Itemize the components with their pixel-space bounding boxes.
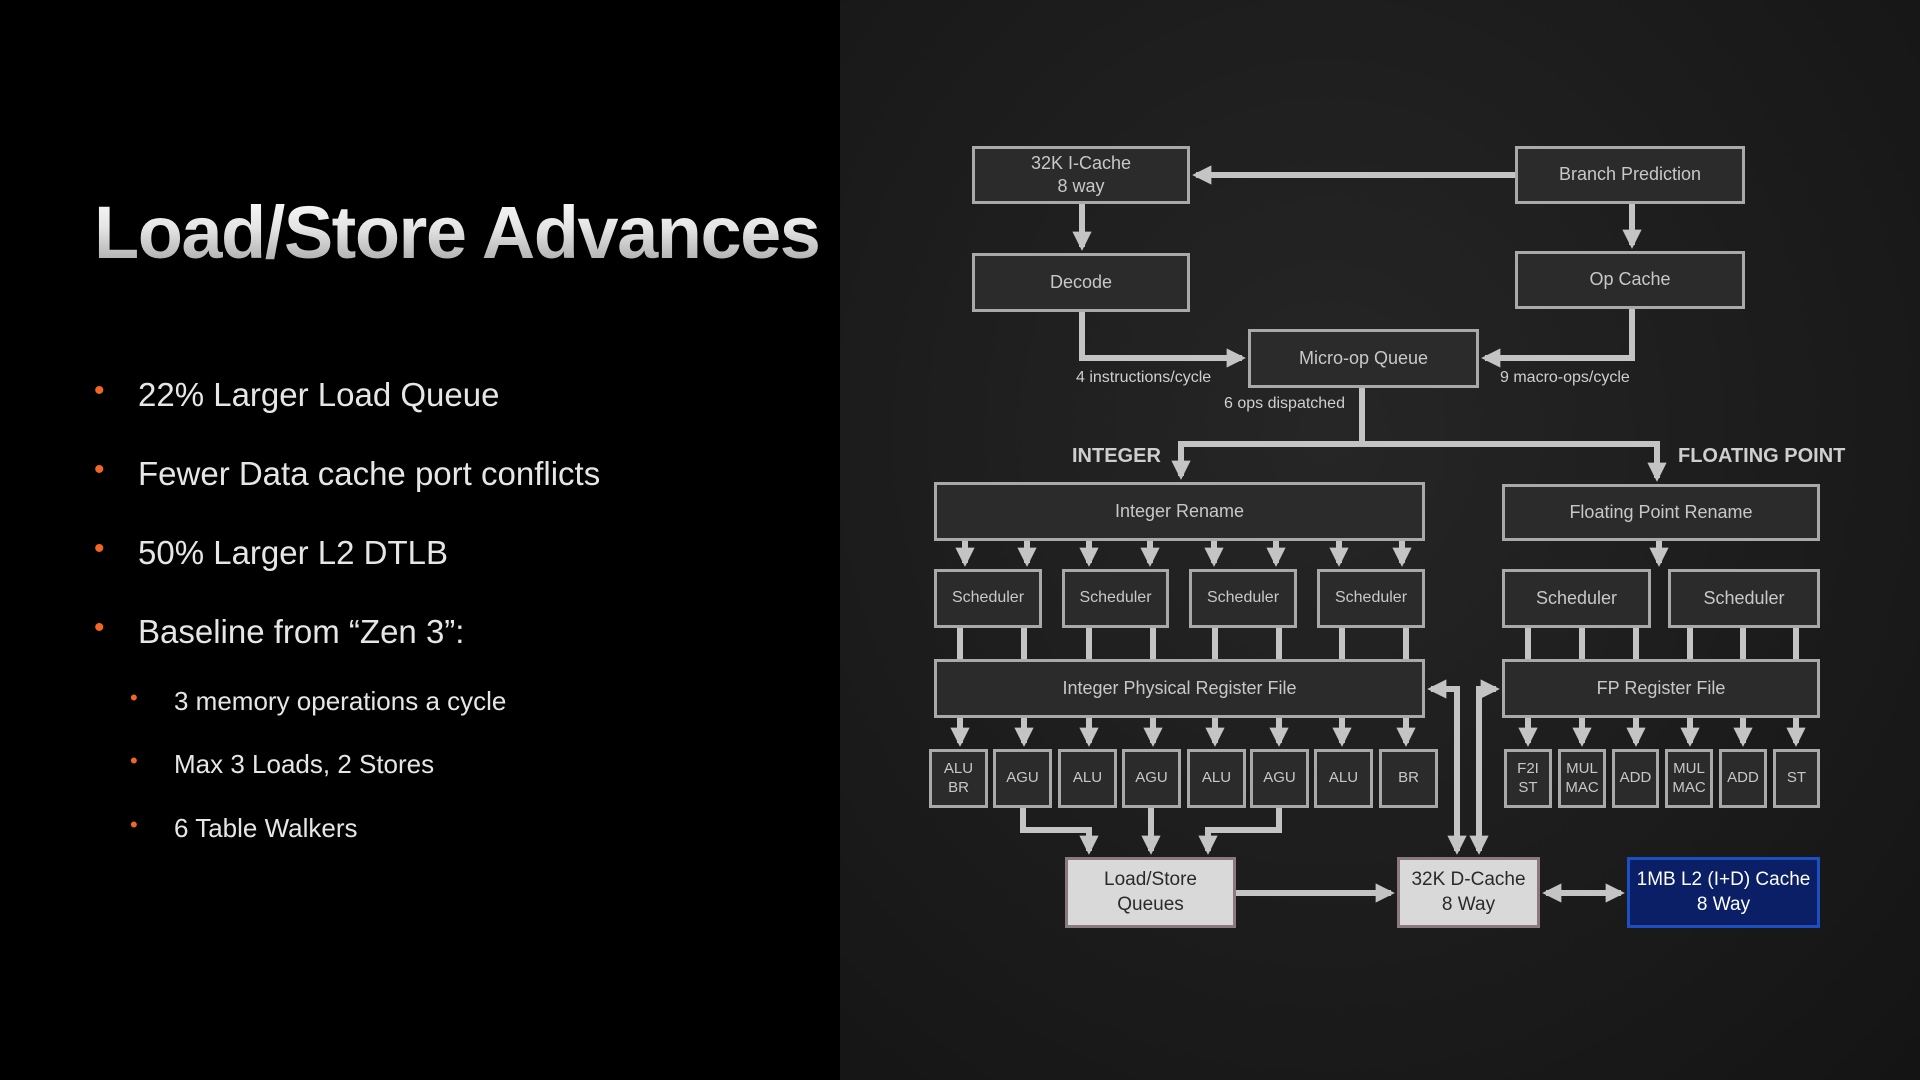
connector-arrow (1020, 808, 1099, 855)
decode-rate-label: 4 instructions/cycle (1076, 369, 1212, 386)
int-exec-unit: ALU (1058, 749, 1117, 808)
icache-box: 32K I-Cache 8 way (972, 146, 1190, 204)
int-scheduler-box: Scheduler (1317, 569, 1425, 628)
fp-register-file-box: FP Register File (1502, 659, 1820, 718)
int-exec-unit: BR (1379, 749, 1438, 808)
fp-exec-unit: ADD (1612, 749, 1659, 808)
connector-arrow (1481, 309, 1635, 368)
load-store-queues-box: Load/Store Queues (1065, 857, 1236, 928)
int-exec-unit: ALU (1187, 749, 1246, 808)
int-exec-unit: ALU (1314, 749, 1373, 808)
fp-exec-unit: MUL MAC (1558, 749, 1606, 808)
connector-arrow (1198, 808, 1282, 855)
opcache-rate-label: 9 macro-ops/cycle (1500, 369, 1630, 386)
integer-section-label: INTEGER (1072, 445, 1161, 467)
int-exec-unit: AGU (993, 749, 1052, 808)
int-exec-unit: ALU BR (929, 749, 988, 808)
fp-section-label: FLOATING POINT (1678, 445, 1846, 467)
connector-arrow (1079, 312, 1246, 368)
fp-exec-unit: ADD (1719, 749, 1767, 808)
decode-box: Decode (972, 253, 1190, 312)
connector-arrow (1469, 679, 1500, 855)
micro-op-queue-box: Micro-op Queue (1248, 329, 1479, 388)
fp-rename-box: Floating Point Rename (1502, 484, 1820, 541)
int-exec-unit: AGU (1122, 749, 1181, 808)
int-exec-unit: AGU (1250, 749, 1309, 808)
int-scheduler-box: Scheduler (1189, 569, 1297, 628)
fp-exec-unit: ST (1773, 749, 1820, 808)
fp-scheduler-box: Scheduler (1502, 569, 1651, 628)
integer-register-file-box: Integer Physical Register File (934, 659, 1425, 718)
connector-arrow (1362, 441, 1667, 482)
branch-prediction-box: Branch Prediction (1515, 146, 1745, 204)
fp-exec-unit: F2I ST (1504, 749, 1552, 808)
int-scheduler-box: Scheduler (1062, 569, 1169, 628)
dispatch-label: 6 ops dispatched (1224, 395, 1345, 412)
connector-arrow (1171, 441, 1362, 480)
int-scheduler-box: Scheduler (934, 569, 1042, 628)
fp-exec-unit: MUL MAC (1665, 749, 1713, 808)
op-cache-box: Op Cache (1515, 251, 1745, 309)
dcache-box: 32K D-Cache 8 Way (1397, 857, 1540, 928)
fp-scheduler-box: Scheduler (1668, 569, 1820, 628)
l2-cache-box: 1MB L2 (I+D) Cache 8 Way (1627, 857, 1820, 928)
integer-rename-box: Integer Rename (934, 482, 1425, 541)
